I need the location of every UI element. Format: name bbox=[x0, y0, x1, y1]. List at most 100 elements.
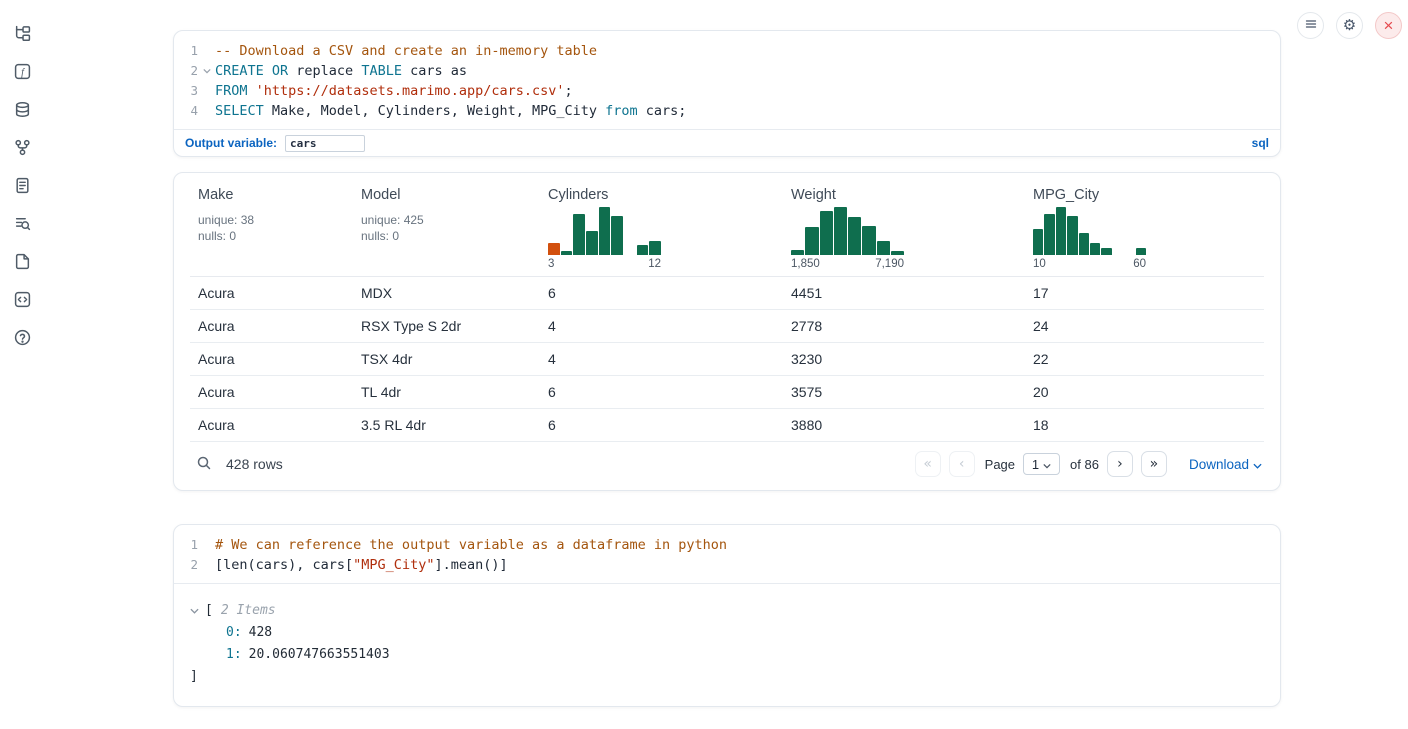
row-count: 428 rows bbox=[226, 456, 283, 472]
sidebar-item-variables[interactable]: f bbox=[12, 61, 32, 81]
python-code-editor[interactable]: 1# We can reference the output variable … bbox=[174, 525, 1280, 583]
histogram-bar[interactable] bbox=[877, 241, 890, 255]
histogram-bar[interactable] bbox=[1090, 243, 1100, 255]
histogram-bar[interactable] bbox=[834, 207, 847, 255]
code-line: 2[len(cars), cars["MPG_City"].mean()] bbox=[174, 555, 1280, 575]
sidebar-item-help[interactable] bbox=[12, 327, 32, 347]
histogram-bar[interactable] bbox=[637, 245, 649, 255]
table-cell: TL 4dr bbox=[353, 376, 540, 409]
column-header-mpg-city[interactable]: MPG_City 1060 bbox=[1025, 173, 1264, 277]
next-page-button[interactable]: › bbox=[1107, 451, 1133, 477]
histogram-bar[interactable] bbox=[1044, 214, 1054, 255]
hist-min-label: 10 bbox=[1033, 258, 1046, 270]
items-count-label: 2 Items bbox=[221, 600, 276, 622]
mpg-city-histogram: 1060 bbox=[1033, 207, 1146, 270]
sql-code-editor[interactable]: 1-- Download a CSV and create an in-memo… bbox=[174, 31, 1280, 129]
hamburger-icon bbox=[1304, 17, 1318, 34]
histogram-bar[interactable] bbox=[1079, 233, 1089, 255]
table-row[interactable]: AcuraTSX 4dr4323022 bbox=[190, 343, 1264, 376]
collapse-icon[interactable] bbox=[190, 608, 205, 614]
sidebar-item-outline[interactable] bbox=[12, 213, 32, 233]
line-number: 3 bbox=[174, 81, 198, 101]
table-row[interactable]: Acura3.5 RL 4dr6388018 bbox=[190, 409, 1264, 442]
menu-button[interactable] bbox=[1297, 12, 1324, 39]
column-header-model[interactable]: Model unique: 425nulls: 0 bbox=[353, 173, 540, 277]
next-page-icon: › bbox=[1117, 456, 1123, 472]
sidebar-item-dependencies[interactable] bbox=[12, 137, 32, 157]
histogram-bar[interactable] bbox=[573, 214, 585, 255]
table-row[interactable]: AcuraRSX Type S 2dr4277824 bbox=[190, 310, 1264, 343]
search-button[interactable] bbox=[196, 455, 212, 474]
column-header-cylinders[interactable]: Cylinders 312 bbox=[540, 173, 783, 277]
fold-arrow-icon[interactable] bbox=[198, 61, 215, 81]
previous-page-icon: ‹ bbox=[959, 456, 965, 472]
hist-min-label: 3 bbox=[548, 258, 554, 270]
left-sidebar: f bbox=[0, 0, 44, 729]
file-tree-icon bbox=[14, 25, 31, 42]
page-select[interactable]: 1 bbox=[1023, 453, 1060, 475]
dataframe-table: Make unique: 38nulls: 0 Model unique: 42… bbox=[173, 172, 1281, 491]
histogram-bar[interactable] bbox=[820, 211, 833, 255]
code-square-icon bbox=[14, 291, 31, 308]
table-cell: 4 bbox=[540, 343, 783, 376]
line-number: 2 bbox=[174, 61, 198, 81]
output-item: 1:20.060747663551403 bbox=[190, 644, 1264, 666]
histogram-bar[interactable] bbox=[891, 251, 904, 255]
download-button[interactable]: Download bbox=[1189, 457, 1262, 472]
code-line: 1-- Download a CSV and create an in-memo… bbox=[174, 41, 1280, 61]
histogram-bar[interactable] bbox=[599, 207, 611, 255]
topbar-actions: ⚙ × bbox=[1297, 12, 1402, 39]
histogram-bar[interactable] bbox=[1136, 248, 1146, 255]
histogram-bar[interactable] bbox=[848, 217, 861, 255]
cell-output: [ 2 Items 0:428 1:20.060747663551403 ] bbox=[174, 583, 1280, 706]
previous-page-button[interactable]: ‹ bbox=[949, 451, 975, 477]
histogram-bar[interactable] bbox=[805, 227, 818, 255]
column-stats: unique: 38nulls: 0 bbox=[198, 212, 345, 244]
line-number: 1 bbox=[174, 41, 198, 61]
sidebar-item-documentation[interactable] bbox=[12, 251, 32, 271]
gear-icon: ⚙ bbox=[1343, 18, 1356, 33]
histogram-bar[interactable] bbox=[1056, 207, 1066, 255]
last-page-button[interactable]: » bbox=[1141, 451, 1167, 477]
table-footer: 428 rows « ‹ Page 1 of 86 › » Download bbox=[190, 442, 1264, 490]
histogram-bar[interactable] bbox=[1067, 216, 1077, 255]
fold-gutter bbox=[198, 101, 215, 121]
code-line: 2CREATE OR replace TABLE cars as bbox=[174, 61, 1280, 81]
output-variable-input[interactable] bbox=[285, 135, 365, 152]
histogram-bar[interactable] bbox=[1033, 229, 1043, 255]
first-page-button[interactable]: « bbox=[915, 451, 941, 477]
settings-button[interactable]: ⚙ bbox=[1336, 12, 1363, 39]
histogram-bar[interactable] bbox=[649, 241, 661, 255]
histogram-bar[interactable] bbox=[862, 226, 875, 255]
table-cell: 4451 bbox=[783, 277, 1025, 310]
histogram-bar[interactable] bbox=[561, 251, 573, 255]
column-header-weight[interactable]: Weight 1,8507,190 bbox=[783, 173, 1025, 277]
histogram-bar[interactable] bbox=[611, 216, 623, 255]
histogram-bar[interactable] bbox=[791, 250, 804, 255]
histogram-bar[interactable] bbox=[548, 243, 560, 255]
table-cell: 3575 bbox=[783, 376, 1025, 409]
table-cell: 6 bbox=[540, 409, 783, 442]
sidebar-item-snippets[interactable] bbox=[12, 289, 32, 309]
fold-gutter bbox=[198, 41, 215, 61]
shutdown-button[interactable]: × bbox=[1375, 12, 1402, 39]
table-row[interactable]: AcuraTL 4dr6357520 bbox=[190, 376, 1264, 409]
table-row[interactable]: AcuraMDX6445117 bbox=[190, 277, 1264, 310]
sidebar-item-datasources[interactable] bbox=[12, 99, 32, 119]
histogram-bar[interactable] bbox=[1101, 248, 1111, 255]
histogram-bar[interactable] bbox=[586, 231, 598, 255]
fold-gutter bbox=[198, 81, 215, 101]
language-badge: sql bbox=[1252, 136, 1269, 150]
weight-histogram: 1,8507,190 bbox=[791, 207, 904, 270]
table-cell: 3880 bbox=[783, 409, 1025, 442]
functions-icon: f bbox=[14, 63, 31, 80]
sql-cell: 1-- Download a CSV and create an in-memo… bbox=[173, 30, 1281, 157]
list-search-icon bbox=[14, 215, 31, 232]
hist-max-label: 12 bbox=[648, 258, 661, 270]
table-cell: Acura bbox=[190, 376, 353, 409]
column-stats: unique: 425nulls: 0 bbox=[361, 212, 532, 244]
column-header-make[interactable]: Make unique: 38nulls: 0 bbox=[190, 173, 353, 277]
sidebar-item-logs[interactable] bbox=[12, 175, 32, 195]
table-cell: Acura bbox=[190, 343, 353, 376]
sidebar-item-explorer[interactable] bbox=[12, 23, 32, 43]
